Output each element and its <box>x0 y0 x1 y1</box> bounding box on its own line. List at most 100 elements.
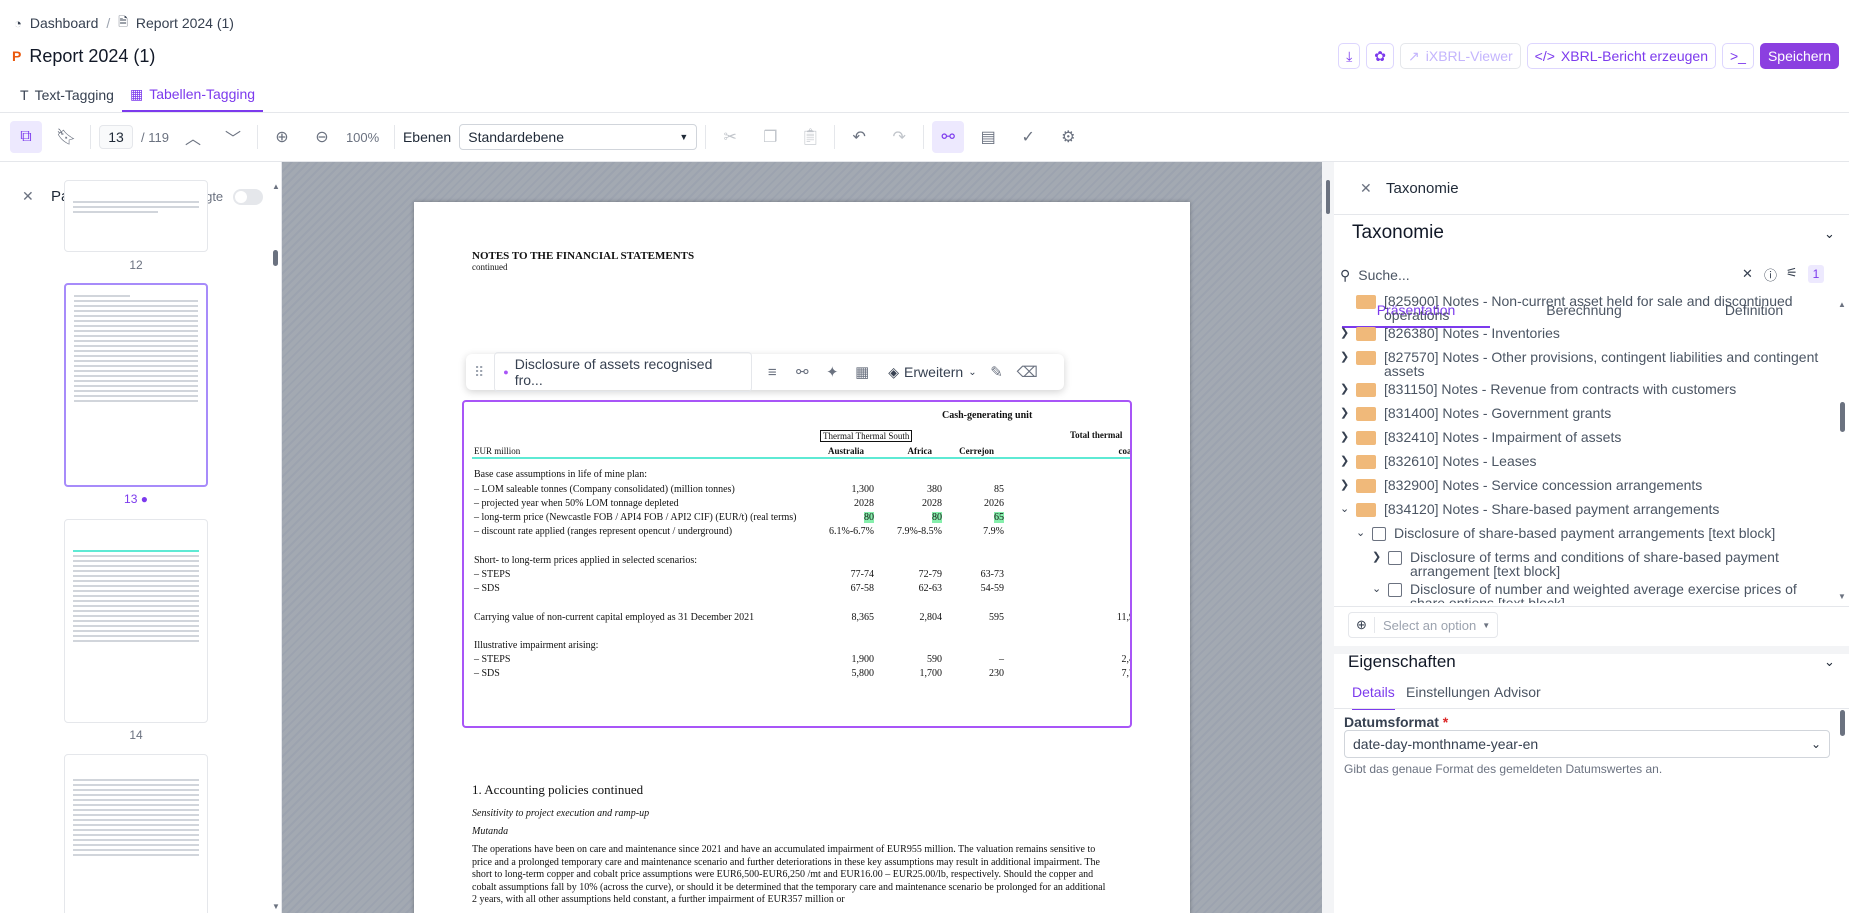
xbrl-generate-button[interactable]: </> XBRL-Bericht erzeugen <box>1526 43 1716 69</box>
table-row[interactable]: – STEPS 77-74 72-79 63-73 <box>474 569 1130 583</box>
validate-button[interactable]: ✓ <box>1012 121 1044 153</box>
zoom-out-button[interactable]: ⊖ <box>306 121 338 153</box>
table-cell[interactable]: 80 <box>814 512 874 523</box>
page-thumb-13[interactable] <box>64 283 208 487</box>
table-cell[interactable]: 2026 <box>944 498 1004 509</box>
taxonomy-collapse-button[interactable]: ⌄ <box>1824 226 1835 242</box>
table-cell[interactable]: 67-58 <box>814 583 874 594</box>
table-cell[interactable]: 65 <box>944 512 1004 523</box>
drag-handle-icon[interactable]: ⠿ <box>474 364 484 381</box>
table-row[interactable]: Illustrative impairment arising: <box>474 640 1130 654</box>
calculator-icon[interactable]: ▦ <box>852 363 872 381</box>
hierarchy-icon[interactable]: ⚯ <box>792 363 812 381</box>
sparkle-icon[interactable]: ✦ <box>822 363 842 381</box>
tagged-value-highlight[interactable]: 80 <box>932 512 942 523</box>
breadcrumb-dashboard[interactable]: Dashboard <box>30 15 99 31</box>
tree-item[interactable]: ❯ [832610] Notes - Leases <box>1340 454 1840 469</box>
table-cell[interactable]: 1,900 <box>814 654 875 665</box>
tag-chip[interactable]: ● Disclosure of assets recognised fro... <box>494 352 753 392</box>
table-cell[interactable]: 11,964 <box>1084 612 1130 623</box>
table-cell[interactable]: 62-63 <box>882 583 942 594</box>
close-pages-button[interactable]: ✕ <box>22 188 34 205</box>
tagged-value-highlight[interactable]: 80 <box>864 512 874 523</box>
redo-button[interactable]: ↷ <box>883 121 915 153</box>
table-cell[interactable]: – <box>944 654 1004 665</box>
clear-search-button[interactable]: ✕ <box>1742 266 1753 282</box>
table-cell[interactable]: 590 <box>882 654 942 665</box>
table-row[interactable]: – discount rate applied (ranges represen… <box>474 526 1130 540</box>
tree-item[interactable]: ❯ [832900] Notes - Service concession arr… <box>1340 478 1840 493</box>
panel-divider[interactable] <box>1322 162 1334 913</box>
pages-panel-toggle[interactable]: ⧉ <box>10 121 42 153</box>
search-input[interactable]: Suche... <box>1358 267 1770 283</box>
table-cell[interactable]: 1,700 <box>882 668 943 679</box>
tree-item[interactable]: ❯ [831150] Notes - Revenue from contracts… <box>1340 382 1840 397</box>
panel-resize-handle[interactable] <box>1326 180 1330 214</box>
pages-scrollbar[interactable] <box>273 250 278 266</box>
page-number-input[interactable]: 13 <box>99 125 133 149</box>
language-select[interactable]: ⊕ Select an option ▼ <box>1348 612 1498 638</box>
page-thumb-12[interactable] <box>64 180 208 252</box>
settings-button[interactable]: ⚙ <box>1052 121 1084 153</box>
table-row[interactable]: Carrying value of non-current capital em… <box>474 612 1130 626</box>
tree-scrollbar[interactable] <box>1840 402 1845 432</box>
expand-menu[interactable]: ◈ Erweitern ⌄ <box>888 364 976 381</box>
tab-table-tagging[interactable]: ▦ Tabellen-Tagging <box>121 78 264 112</box>
table-cell[interactable]: 1,300 <box>814 484 875 495</box>
clipboard-list-button[interactable]: ▤ <box>972 121 1004 153</box>
table-cell[interactable]: 7,730 <box>1084 668 1131 679</box>
next-page-button[interactable]: ﹀ <box>217 121 249 153</box>
table-row[interactable]: – LOM saleable tonnes (Company consolida… <box>474 484 1130 498</box>
layer-select[interactable]: Standardebene ▼ <box>459 124 698 150</box>
table-cell[interactable]: 63-73 <box>944 569 1004 580</box>
page-thumb-15[interactable] <box>64 754 208 913</box>
table-row[interactable]: – SDS 67-58 62-63 54-59 <box>474 583 1130 597</box>
list-add-icon[interactable]: ≡ <box>762 364 782 381</box>
table-cell[interactable]: 380 <box>882 484 942 495</box>
table-cell[interactable]: 85 <box>944 484 1004 495</box>
table-cell[interactable]: 230 <box>944 668 1004 679</box>
tree-item[interactable]: ⌄ [834120] Notes - Share-based payment ar… <box>1340 502 1840 517</box>
zoom-level[interactable]: 100% <box>346 130 386 145</box>
tree-scroll-down[interactable]: ▼ <box>1838 592 1846 601</box>
tree-item[interactable]: ❯ Disclosure of terms and conditions of s… <box>1372 550 1849 578</box>
table-cell[interactable]: 8,365 <box>814 612 875 623</box>
tree-item[interactable]: [825900] Notes - Non-current asset held … <box>1340 294 1840 322</box>
tree-item[interactable]: ❯ [826380] Notes - Inventories <box>1340 326 1840 341</box>
tagged-value-highlight[interactable]: 65 <box>994 512 1004 523</box>
pages-scroll-up[interactable]: ▲ <box>272 182 280 191</box>
only-tagged-toggle[interactable] <box>233 189 263 205</box>
table-cell[interactable]: 2028 <box>814 498 874 509</box>
table-cell[interactable]: 72-79 <box>882 569 942 580</box>
tab-text-tagging[interactable]: T Text-Tagging <box>12 78 122 112</box>
page-thumb-14[interactable] <box>64 519 208 723</box>
table-cell[interactable]: 595 <box>944 612 1004 623</box>
prop-tab-advisor[interactable]: Advisor <box>1494 684 1541 700</box>
table-row[interactable]: – STEPS 1,900 590– 2,490 <box>474 654 1131 668</box>
close-taxonomy-button[interactable]: ✕ <box>1360 180 1372 197</box>
table-row[interactable]: – long-term price (Newcastle FOB / API4 … <box>474 512 1130 526</box>
download-button[interactable]: ⤓ <box>1338 43 1361 69</box>
table-cell[interactable]: 7.9% <box>944 526 1004 537</box>
date-format-select[interactable]: date-day-monthname-year-en ⌄ <box>1344 730 1830 758</box>
undo-button[interactable]: ↶ <box>843 121 875 153</box>
paste-button[interactable]: 📋︎ <box>794 121 826 153</box>
prev-page-button[interactable]: ︿ <box>177 121 209 153</box>
settings-badge-button[interactable]: ✿ <box>1366 43 1395 69</box>
terminal-button[interactable]: >_ <box>1721 43 1754 69</box>
cut-button[interactable]: ✂ <box>714 121 746 153</box>
save-button[interactable]: Speichern <box>1759 43 1839 69</box>
table-row[interactable]: Short- to long-term prices applied in se… <box>474 555 1130 569</box>
tree-item[interactable]: ❯ [832410] Notes - Impairment of assets <box>1340 430 1840 445</box>
eraser-icon[interactable]: ⌫ <box>1017 363 1038 381</box>
tree-item[interactable]: ⌄ Disclosure of number and weighted avera… <box>1372 582 1849 603</box>
table-cell[interactable]: 2,490 <box>1084 654 1131 665</box>
table-cell[interactable]: 5,800 <box>814 668 875 679</box>
edit-icon[interactable]: ✎ <box>987 363 1007 381</box>
zoom-in-button[interactable]: ⊕ <box>266 121 298 153</box>
ixbrl-viewer-button[interactable]: ↗ iXBRL-Viewer <box>1400 43 1521 69</box>
table-row[interactable]: – SDS 5,800 1,700230 7,730 <box>474 668 1131 682</box>
prop-tab-details[interactable]: Details <box>1352 684 1395 710</box>
tree-scroll-up[interactable]: ▲ <box>1838 300 1846 309</box>
table-cell[interactable]: 6.1%-6.7% <box>814 526 874 537</box>
